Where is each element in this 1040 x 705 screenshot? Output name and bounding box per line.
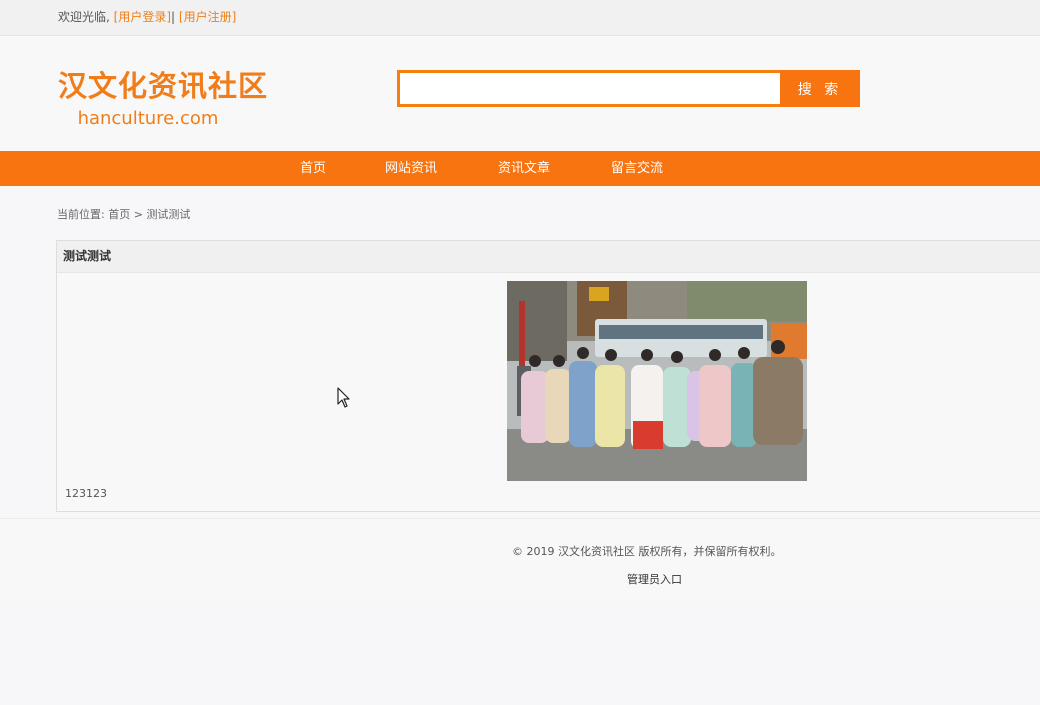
- search-box: 搜 索: [397, 70, 860, 107]
- nav-item-articles[interactable]: 资讯文章: [498, 151, 550, 186]
- main-nav: 首页 网站资讯 资讯文章 留言交流: [0, 151, 1040, 186]
- nav-item-home[interactable]: 首页: [300, 151, 326, 186]
- article-panel: 测试测试 123123: [56, 240, 1040, 512]
- header: 汉文化资讯社区 hanculture.com 搜 索: [0, 36, 1040, 151]
- register-link[interactable]: [用户注册]: [179, 10, 236, 24]
- top-bar: 欢迎光临, [用户登录]| [用户注册]: [0, 0, 1040, 36]
- welcome-text: 欢迎光临,: [58, 10, 110, 24]
- login-link[interactable]: [用户登录]: [114, 10, 171, 24]
- nav-item-guestbook[interactable]: 留言交流: [611, 151, 663, 186]
- logo-domain: hanculture.com: [77, 108, 219, 129]
- article-photo: [507, 281, 807, 481]
- footer: © 2019 汉文化资讯社区 版权所有，并保留所有权利。 管理员入口: [0, 518, 1040, 601]
- admin-link[interactable]: 管理员入口: [627, 571, 682, 587]
- breadcrumb: 当前位置: 首页 > 测试测试: [0, 186, 1040, 240]
- article-title: 测试测试: [57, 241, 1040, 273]
- logo-title: 汉文化资讯社区: [58, 69, 269, 103]
- breadcrumb-current: 测试测试: [146, 208, 191, 221]
- search-button[interactable]: 搜 索: [780, 70, 860, 107]
- search-input[interactable]: [397, 70, 782, 107]
- breadcrumb-home[interactable]: 首页: [108, 208, 130, 221]
- breadcrumb-separator: >: [133, 208, 143, 221]
- mouse-cursor-icon: [337, 387, 351, 413]
- article-content: 123123: [65, 487, 107, 500]
- topbar-separator: |: [171, 10, 176, 24]
- breadcrumb-prefix: 当前位置:: [57, 208, 105, 221]
- site-logo[interactable]: 汉文化资讯社区 hanculture.com: [58, 66, 269, 132]
- copyright-text: © 2019 汉文化资讯社区 版权所有，并保留所有权利。: [512, 545, 782, 558]
- nav-item-site-news[interactable]: 网站资讯: [385, 151, 437, 186]
